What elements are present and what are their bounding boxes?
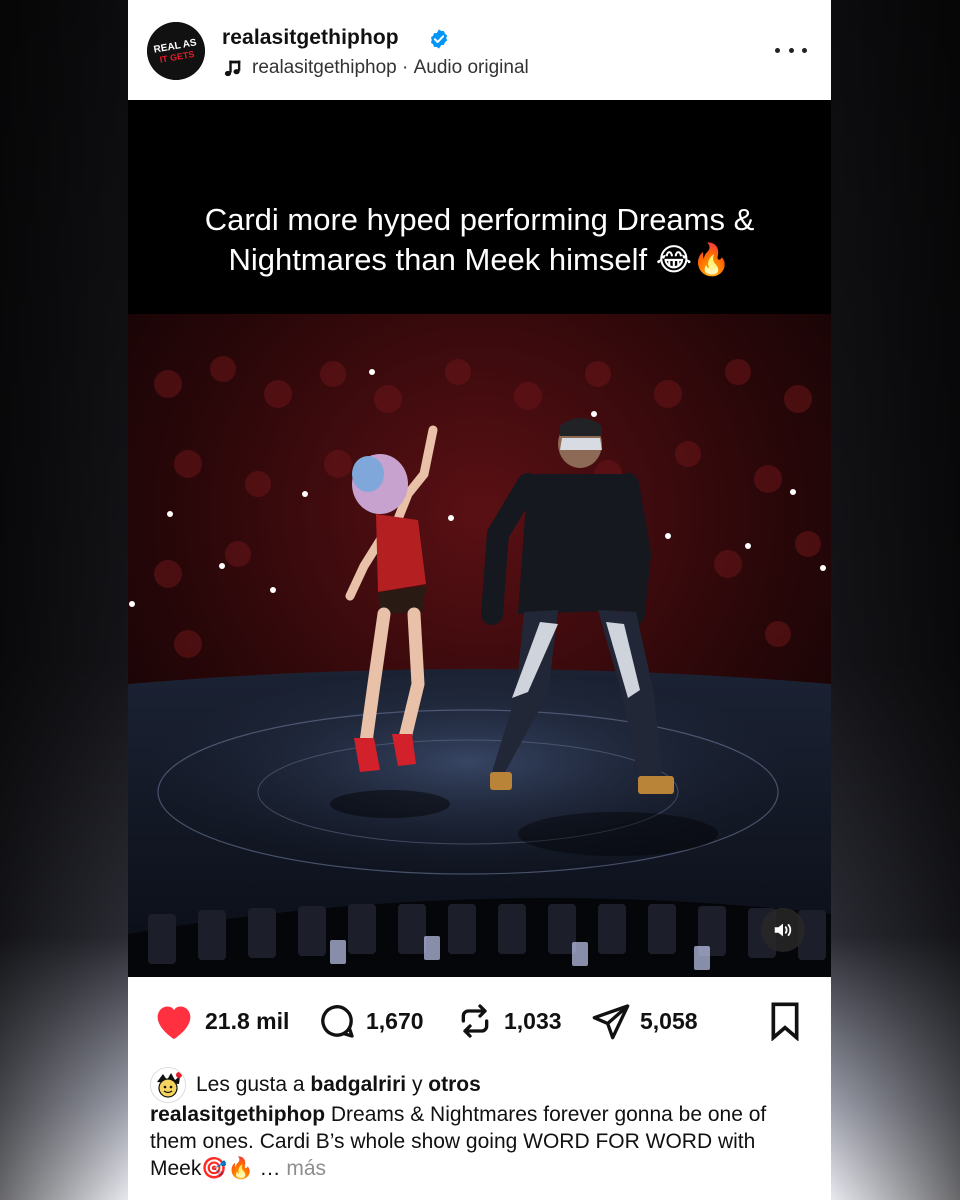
liked-by-user[interactable]: badgalriri — [310, 1073, 406, 1097]
music-note-icon — [224, 60, 241, 77]
cartoon-avatar-icon — [151, 1068, 185, 1102]
likes-count: 21.8 mil — [205, 1007, 290, 1034]
comment-icon — [321, 1005, 354, 1038]
shares-count: 5,058 — [640, 1007, 698, 1034]
liked-by-conj: y — [406, 1073, 429, 1096]
share-button[interactable]: 5,058 — [591, 1001, 698, 1041]
caption-more-link[interactable]: más — [286, 1157, 326, 1180]
bookmark-icon — [771, 1002, 799, 1042]
avatar-logo: REAL AS IT GETS — [147, 22, 205, 80]
send-icon — [592, 1004, 630, 1040]
concert-scene-image — [128, 314, 831, 977]
more-options-button[interactable] — [775, 38, 807, 62]
like-button[interactable]: 21.8 mil — [152, 1001, 289, 1041]
comment-button[interactable]: 1,670 — [317, 1001, 424, 1041]
instagram-post: REAL AS IT GETS realasitgethiphop realas… — [128, 0, 831, 1200]
caption-username[interactable]: realasitgethiphop — [150, 1103, 325, 1126]
comments-count: 1,670 — [366, 1007, 424, 1034]
more-dot-icon — [775, 47, 780, 53]
background-right — [832, 0, 960, 1200]
post-actions-bar: 21.8 mil 1,670 1,033 5,058 — [128, 977, 831, 1069]
video-overlay-text: Cardi more hyped performing Dreams & Nig… — [204, 202, 755, 277]
repost-icon — [461, 1004, 489, 1038]
verified-badge-icon — [430, 29, 448, 49]
speaker-icon — [774, 923, 792, 937]
more-dot-icon — [802, 47, 807, 53]
liker-avatar[interactable] — [150, 1067, 186, 1103]
save-button[interactable] — [767, 1001, 803, 1046]
heart-icon — [157, 1006, 191, 1040]
repost-button[interactable]: 1,033 — [455, 1001, 562, 1041]
audio-label[interactable]: Audio original — [414, 57, 529, 79]
reposts-count: 1,033 — [504, 1007, 562, 1034]
more-dot-icon — [788, 47, 794, 53]
post-caption: realasitgethiphop Dreams & Nightmares fo… — [150, 1101, 810, 1182]
background-left — [0, 0, 128, 1200]
liked-by-line[interactable]: Les gusta a badgalriri y otros — [150, 1067, 481, 1103]
profile-avatar[interactable]: REAL AS IT GETS — [147, 22, 205, 80]
post-username[interactable]: realasitgethiphop — [222, 26, 399, 50]
liked-by-others[interactable]: otros — [428, 1073, 481, 1097]
post-header: REAL AS IT GETS realasitgethiphop realas… — [128, 0, 831, 100]
audio-separator: · — [396, 57, 414, 78]
audio-user[interactable]: realasitgethiphop — [252, 57, 397, 79]
liked-by-prefix: Les gusta a — [196, 1073, 311, 1096]
post-video[interactable]: Cardi more hyped performing Dreams & Nig… — [128, 100, 831, 977]
audio-toggle-button[interactable] — [761, 908, 805, 952]
audio-attribution[interactable]: realasitgethiphop · Audio original — [222, 57, 529, 79]
